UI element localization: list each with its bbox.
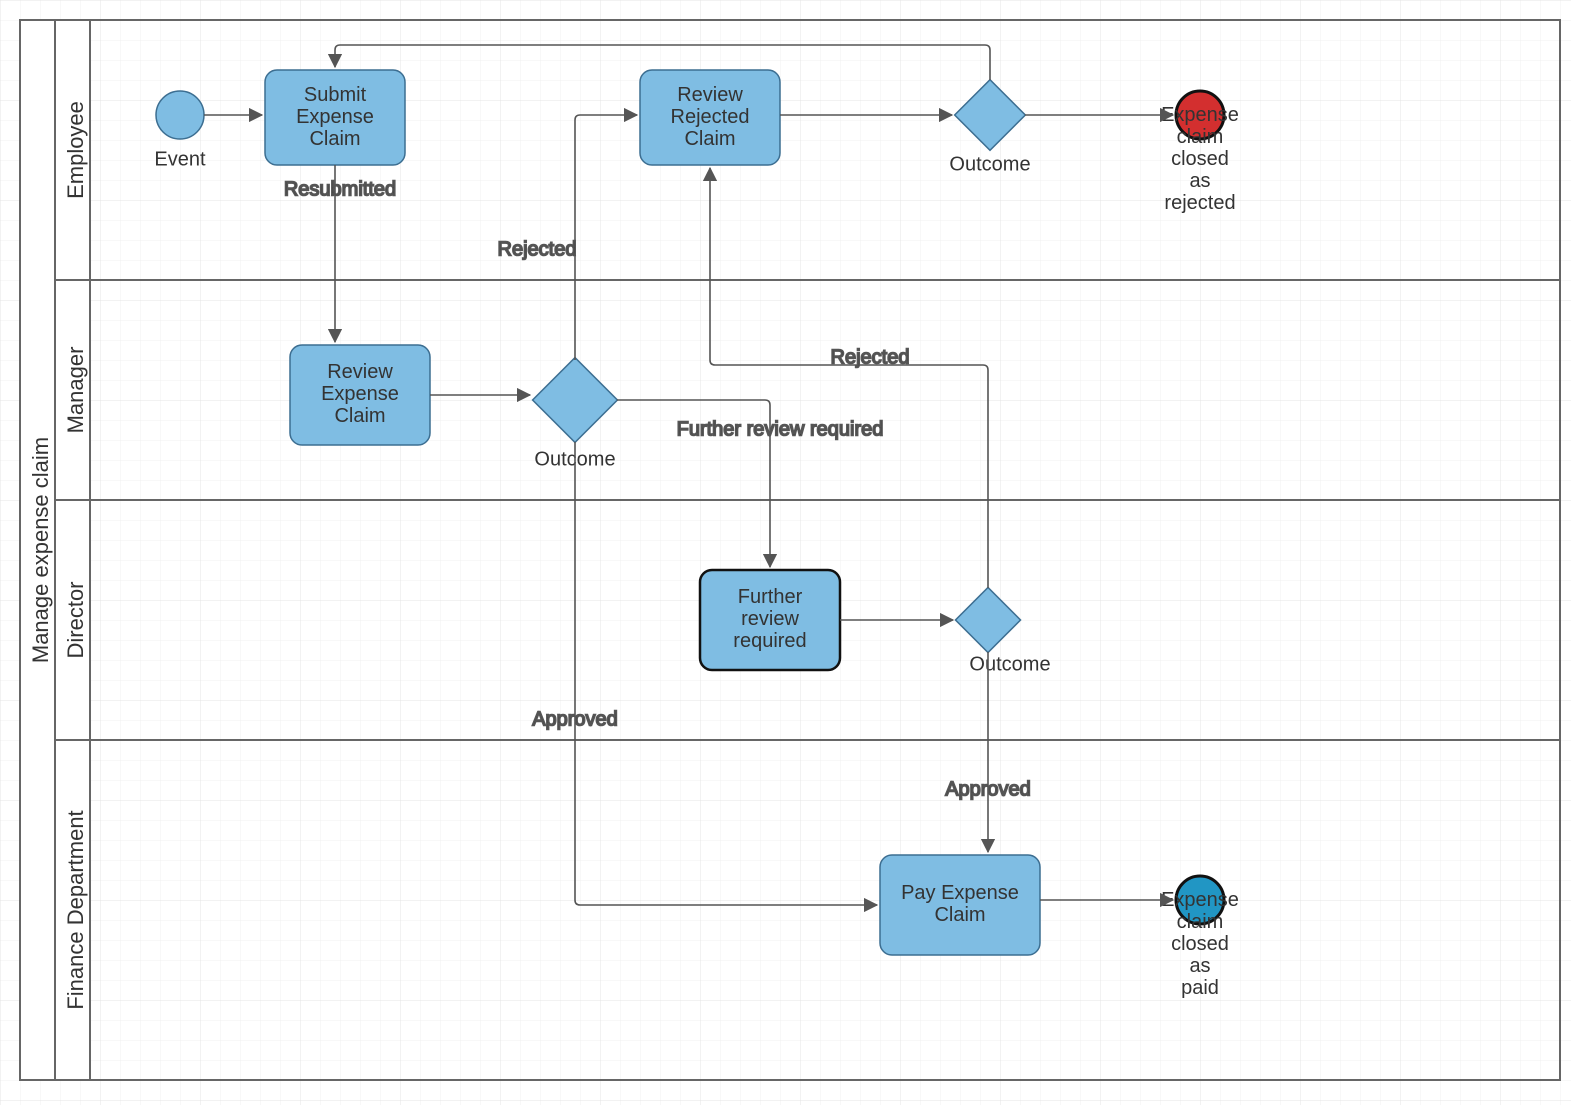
task-further-review-label: Furtherreviewrequired	[733, 586, 806, 652]
task-further-review[interactable]: Furtherreviewrequired	[700, 570, 840, 670]
diagram-canvas: Manage expense claim Employee Manager Di…	[0, 0, 1571, 1105]
start-event-label: Event	[154, 148, 206, 170]
task-submit[interactable]: SubmitExpenseClaim	[265, 70, 405, 165]
edge-approved2-label: Approved	[945, 778, 1031, 800]
edge-rejected2-label: Rejected	[831, 346, 910, 368]
start-event[interactable]: Event	[154, 91, 206, 170]
task-pay[interactable]: Pay ExpenseClaim	[880, 855, 1040, 955]
lane-label-employee: Employee	[63, 101, 88, 199]
lane-label-manager: Manager	[63, 347, 88, 434]
edge-resubmitted-label: Resubmitted	[284, 178, 396, 200]
edge-rejected1-label: Rejected	[498, 238, 577, 260]
pool-title: Manage expense claim	[28, 437, 53, 663]
end-event-rejected[interactable]: Expenseclaimclosedasrejected	[1161, 91, 1239, 214]
grid-background	[0, 0, 1571, 1105]
edge-approved1-label: Approved	[532, 708, 618, 730]
lane-label-director: Director	[63, 581, 88, 658]
end-rejected-label: Expenseclaimclosedasrejected	[1161, 104, 1239, 214]
gateway-employee-label: Outcome	[949, 153, 1030, 175]
task-review-rejected[interactable]: ReviewRejectedClaim	[640, 70, 780, 165]
task-review[interactable]: ReviewExpenseClaim	[290, 345, 430, 445]
lane-label-finance: Finance Department	[63, 810, 88, 1009]
edge-further-label: Further review required	[677, 418, 884, 440]
gateway-director-label: Outcome	[969, 653, 1050, 675]
